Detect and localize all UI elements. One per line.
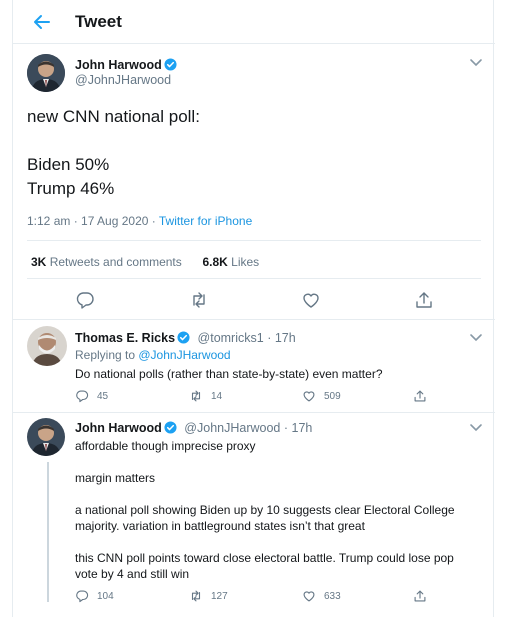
like-icon — [303, 591, 315, 602]
retweet-action[interactable]: 14 — [189, 388, 222, 404]
verified-badge-icon — [164, 421, 177, 434]
author-name[interactable]: Thomas E. Ricks — [75, 331, 175, 345]
reply-text: vote by 4 and still win — [75, 567, 190, 581]
tweet-time[interactable]: 1:12 am · 17 Aug 2020 · — [27, 214, 159, 228]
retweet-count: 14 — [211, 390, 223, 402]
header-bar: Tweet — [13, 0, 495, 44]
reply-action[interactable]: 45 — [75, 388, 108, 404]
reply-text: a national poll showing Biden up by 10 s… — [75, 503, 455, 517]
author-name-row: John Harwood — [75, 56, 177, 74]
tweet-source[interactable]: Twitter for iPhone — [159, 214, 252, 228]
like-count: 633 — [324, 590, 341, 602]
divider — [13, 319, 495, 320]
reply-text: affordable though imprecise proxy — [75, 439, 256, 453]
author-handle[interactable]: @tomricks1 — [198, 331, 264, 345]
author-name-row: John Harwood @JohnJHarwood · 17h — [75, 421, 312, 435]
tweet-text-line: new CNN national poll: — [27, 107, 200, 126]
reply-count: 104 — [97, 590, 114, 602]
author-name[interactable]: John Harwood — [75, 421, 162, 435]
tweet-page: Tweet John Harwood @JohnJHarwood new CNN… — [12, 0, 495, 617]
tweet-text-line: Biden 50% — [27, 155, 110, 174]
retweet-count: 127 — [211, 590, 228, 602]
likes-label: Likes — [231, 255, 260, 269]
retweets-label: Retweets and comments — [49, 255, 182, 269]
author-name[interactable]: John Harwood — [75, 58, 162, 72]
retweet-action[interactable]: 127 — [189, 588, 228, 604]
reply-text: margin matters — [75, 471, 156, 485]
tweet-stats: 3K Retweets and comments 6.8K Likes — [31, 255, 259, 269]
reply-text: this CNN poll points toward close electo… — [75, 551, 454, 565]
replying-to: Replying to @JohnJHarwood — [75, 348, 231, 362]
like-action[interactable]: 509 — [302, 388, 341, 404]
verified-badge-icon — [177, 331, 190, 344]
divider — [13, 412, 495, 413]
replying-to-link[interactable]: @JohnJHarwood — [138, 348, 230, 362]
like-icon — [303, 391, 315, 402]
share-icon — [414, 390, 426, 402]
share-icon — [414, 590, 426, 602]
tweet-meta: 1:12 am · 17 Aug 2020 · Twitter for iPho… — [27, 214, 252, 228]
reply-action[interactable]: 104 — [75, 588, 114, 604]
back-arrow-icon[interactable] — [31, 12, 53, 32]
divider — [27, 240, 481, 241]
share-action[interactable] — [413, 588, 427, 604]
reply-text: Do national polls (rather than state-by-… — [75, 367, 383, 381]
reply-icon[interactable] — [75, 290, 95, 310]
share-action[interactable] — [413, 388, 427, 404]
reply-text: majority. variation in battleground stat… — [75, 519, 365, 533]
author-name-row: Thomas E. Ricks @tomricks1 · 17h — [75, 331, 296, 345]
replying-prefix: Replying to — [75, 348, 139, 362]
like-action[interactable]: 633 — [302, 588, 341, 604]
reply-icon — [76, 590, 89, 603]
likes-stat[interactable]: 6.8K Likes — [202, 255, 259, 269]
retweets-count: 3K — [31, 255, 47, 269]
retweet-icon — [191, 390, 201, 402]
verified-badge-icon — [164, 58, 177, 71]
retweet-icon[interactable] — [189, 290, 209, 310]
avatar[interactable] — [27, 326, 67, 366]
author-handle[interactable]: @JohnJHarwood — [184, 421, 280, 435]
retweets-stat[interactable]: 3K Retweets and comments — [31, 255, 182, 269]
divider — [27, 278, 481, 279]
page-title: Tweet — [75, 12, 122, 31]
reply-time[interactable]: · 17h — [267, 331, 296, 345]
thread-line — [47, 462, 49, 602]
share-icon[interactable] — [414, 290, 434, 310]
avatar[interactable] — [27, 418, 65, 456]
reply-count: 45 — [97, 390, 109, 402]
chevron-down-icon[interactable] — [469, 423, 483, 433]
avatar[interactable] — [27, 54, 65, 92]
likes-count: 6.8K — [202, 255, 228, 269]
chevron-down-icon[interactable] — [469, 333, 483, 343]
author-handle[interactable]: @JohnJHarwood — [75, 73, 171, 87]
chevron-down-icon[interactable] — [469, 58, 483, 68]
tweet-text-line: Trump 46% — [27, 179, 115, 198]
reply-time[interactable]: · 17h — [284, 421, 313, 435]
like-count: 509 — [324, 390, 341, 402]
reply-icon — [76, 390, 89, 403]
retweet-icon — [191, 590, 201, 602]
like-icon[interactable] — [301, 290, 321, 310]
